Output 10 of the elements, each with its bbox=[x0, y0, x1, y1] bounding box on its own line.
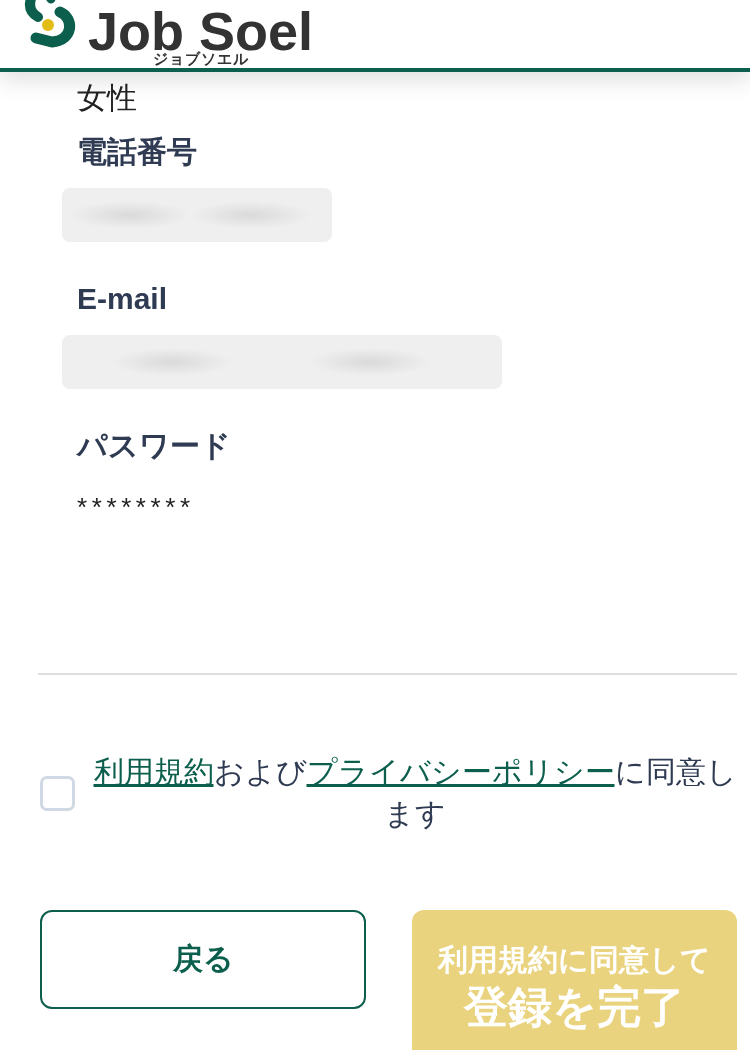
field-label: 電話番号 bbox=[77, 134, 197, 170]
policy-link[interactable]: 利用規約 bbox=[93, 755, 214, 788]
field-label: E-mail bbox=[77, 281, 168, 317]
field-value: 女性 bbox=[77, 80, 137, 116]
policy-link[interactable]: プライバシーポリシー bbox=[306, 755, 615, 788]
agreement-text: 利用規約およびプライバシーポリシーに同意します bbox=[93, 754, 737, 832]
field-value: ******** bbox=[77, 491, 195, 524]
back-button[interactable]: 戻る bbox=[40, 910, 366, 1009]
field-label: パスワード bbox=[77, 428, 231, 464]
agree-checkbox[interactable] bbox=[40, 775, 75, 811]
